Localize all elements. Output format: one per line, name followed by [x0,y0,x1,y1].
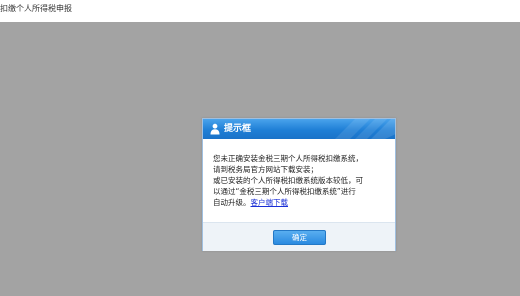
client-download-link[interactable]: 客户端下载 [251,198,289,207]
message-line-last: 自动升级。客户端下载 [213,197,391,208]
alert-dialog: 提示框 您未正确安装金税三期个人所得税扣缴系统， 请到税务局官方网站下载安装； … [202,118,396,251]
dialog-message: 您未正确安装金税三期个人所得税扣缴系统， 请到税务局官方网站下载安装； 或已安装… [213,153,391,208]
message-last-prefix: 自动升级。 [213,198,251,207]
message-line: 以通过“金税三期个人所得税扣缴系统”进行 [213,187,356,196]
dialog-footer: 确定 [203,222,395,251]
page-title: 扣缴个人所得税申报 [0,4,72,13]
person-icon [210,123,220,135]
dialog-title: 提示框 [224,124,252,134]
page-header: 扣缴个人所得税申报 [0,0,520,22]
header-decoration [335,119,395,139]
confirm-button[interactable]: 确定 [273,230,326,245]
dialog-header: 提示框 [203,119,395,139]
message-line: 请到税务局官方网站下载安装； [213,165,318,174]
message-line: 或已安装的个人所得税扣缴系统版本较低，可 [213,176,363,185]
message-line: 您未正确安装金税三期个人所得税扣缴系统， [213,154,363,163]
